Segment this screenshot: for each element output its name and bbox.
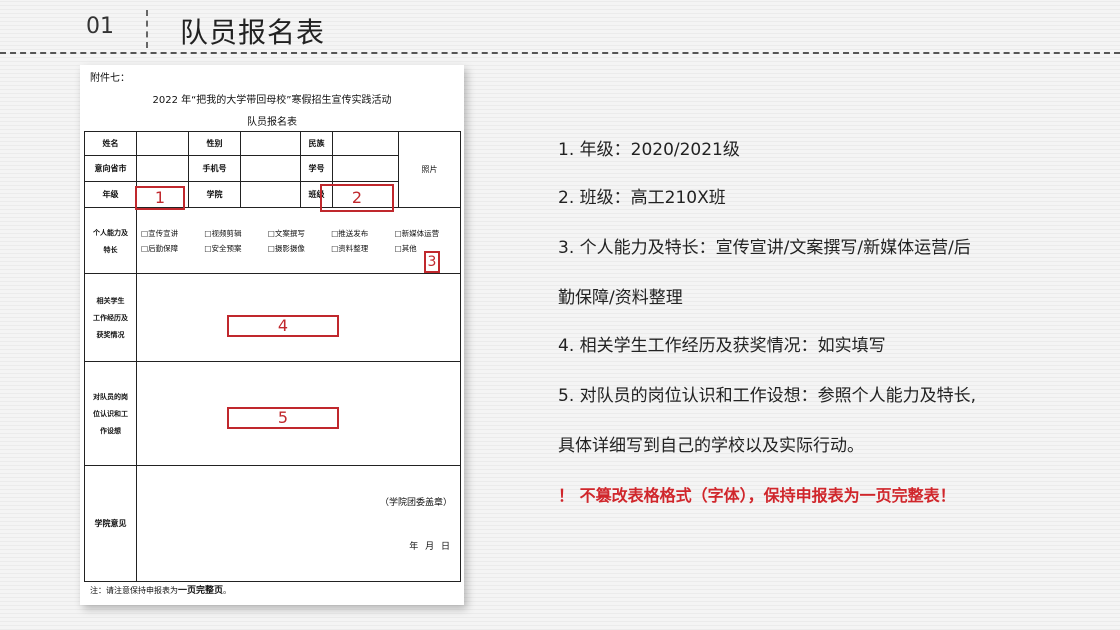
school-label: 学院	[188, 181, 241, 208]
name-cell	[136, 131, 189, 156]
ethnicity-label: 民族	[300, 131, 333, 156]
province-label: 意向省市	[84, 155, 137, 182]
experience-label: 相关学生 工作经历及 获奖情况	[84, 273, 137, 362]
phone-cell	[240, 155, 301, 182]
gender-label: 性别	[188, 131, 241, 156]
province-cell	[136, 155, 189, 182]
marker-5: 5	[227, 407, 339, 429]
option-checkbox: 视频剪辑	[204, 228, 265, 239]
warning-text: ！ 不篡改表格格式（字体），保持申报表为一页完整表！	[558, 486, 956, 505]
form-subtitle: 队员报名表	[247, 117, 297, 128]
option-checkbox: 新媒体运营	[395, 228, 456, 239]
phone-label: 手机号	[188, 155, 241, 182]
college-opinion-label: 学院意见	[84, 465, 137, 582]
marker-2: 2	[320, 184, 394, 212]
instruction-line: 具体详细写到自己的学校以及实际行动。	[558, 436, 864, 456]
instruction-line: 5. 对队员的岗位认识和工作设想：参照个人能力及特长,	[558, 386, 977, 406]
option-checkbox: 摄影摄像	[268, 243, 329, 254]
page-title: 队员报名表	[180, 16, 326, 49]
attachment-label: 附件七：	[90, 73, 130, 84]
marker-1: 1	[135, 186, 185, 210]
ethnicity-cell	[332, 131, 399, 156]
option-checkbox: 安全预案	[204, 243, 265, 254]
header-divider	[0, 52, 1120, 54]
school-cell	[240, 181, 301, 208]
ability-label: 个人能力及 特长	[84, 207, 137, 274]
grade-label: 年级	[84, 181, 137, 208]
college-opinion-cell	[136, 465, 461, 582]
option-checkbox: 宣传宣讲	[141, 228, 202, 239]
seal-text: （学院团委盖章）	[379, 498, 452, 508]
student-id-label: 学号	[300, 155, 333, 182]
option-checkbox: 资料整理	[331, 243, 392, 254]
footer-note: 注：请注意保持申报表为一页完整页。	[90, 586, 232, 596]
student-id-cell	[332, 155, 399, 182]
option-checkbox: 文案撰写	[268, 228, 329, 239]
instruction-line: 2. 班级：高工210X班	[558, 188, 726, 208]
header-number: 01	[86, 14, 114, 39]
position-label: 对队员的岗 位认识和工 作设想	[84, 361, 137, 466]
instruction-line: 4. 相关学生工作经历及获奖情况：如实填写	[558, 336, 886, 356]
header-separator	[146, 10, 148, 48]
photo-cell: 照片	[398, 131, 461, 208]
option-checkbox: 后勤保障	[141, 243, 202, 254]
ability-options: 宣传宣讲 视频剪辑 文案撰写 推送发布 新媒体运营 后勤保障 安全预案 摄影摄像…	[136, 207, 461, 274]
option-checkbox: 推送发布	[331, 228, 392, 239]
instruction-line: 3. 个人能力及特长：宣传宣讲/文案撰写/新媒体运营/后	[558, 238, 971, 258]
name-label: 姓名	[84, 131, 137, 156]
marker-4: 4	[227, 315, 339, 337]
form-title: 2022 年“把我的大学带回母校”寒假招生宣传实践活动	[152, 95, 392, 106]
instruction-line: 勤保障/资料整理	[558, 288, 683, 308]
date-text: 年 月 日	[409, 542, 452, 552]
marker-3: 3	[424, 251, 440, 273]
instruction-line: 1. 年级：2020/2021级	[558, 140, 740, 160]
gender-cell	[240, 131, 301, 156]
